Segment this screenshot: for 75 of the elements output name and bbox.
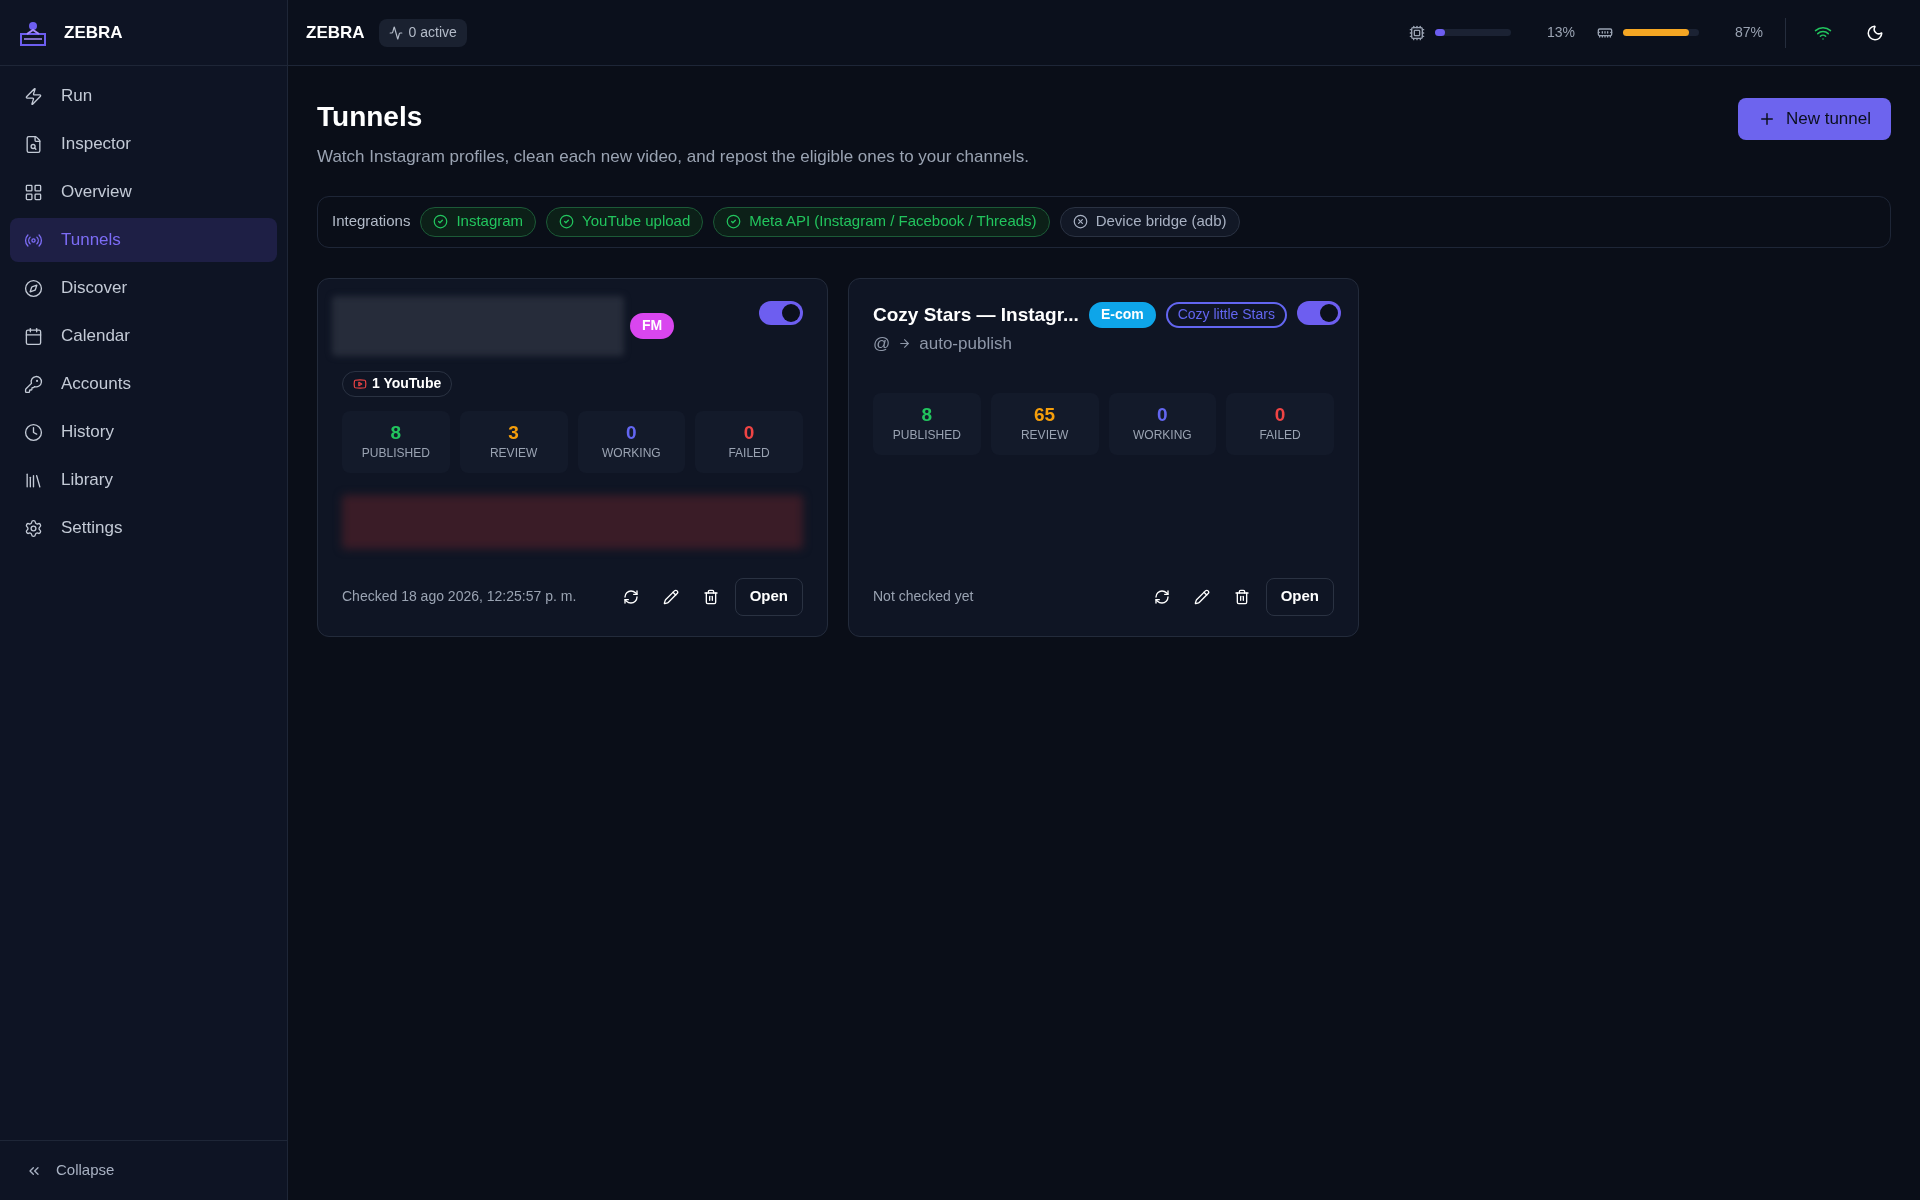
nav-item[interactable]: History [10, 410, 277, 454]
meter-reading: 13% [1545, 23, 1575, 42]
stat-value: 65 [1034, 402, 1056, 427]
new-tunnel-button[interactable]: New tunnel [1737, 98, 1891, 140]
grid-icon [24, 182, 43, 202]
stat-value: 8 [390, 420, 402, 445]
x-circle-icon [1072, 214, 1088, 229]
moon-icon [1866, 23, 1884, 42]
stat-value: 0 [1157, 402, 1168, 427]
clock-icon [24, 422, 43, 442]
stat-value: 0 [626, 420, 637, 445]
cpu-icon [1409, 24, 1425, 41]
nav-item[interactable]: Overview [10, 170, 277, 214]
pencil-icon [1193, 588, 1210, 605]
activity-badge: 0 active [378, 18, 467, 47]
nav-item[interactable]: Accounts [10, 362, 277, 406]
nav-item[interactable]: Calendar [10, 314, 277, 358]
pencil-icon [662, 588, 679, 605]
brand-name: ZEBRA [64, 21, 123, 44]
lightning-icon [24, 86, 43, 106]
stat-label: WORKING [1133, 427, 1192, 445]
page-subtitle: Watch Instagram profiles, clean each new video, and repost the eligible ones to your channels. [317, 146, 1029, 168]
nav-item[interactable]: Settings [10, 506, 277, 550]
integration-chip: Meta API (Instagram / Facebook / Threads) [713, 206, 1050, 237]
stat-value: 0 [1274, 402, 1286, 427]
open-button[interactable]: Open [1265, 577, 1334, 616]
arrow-right-icon [898, 337, 912, 351]
integration-chip: YouTube upload [546, 206, 704, 237]
app-title: ZEBRA [306, 21, 365, 44]
tunnel-title: Cozy Stars — Instagr... [873, 302, 1079, 327]
trash-icon [1233, 588, 1250, 605]
stat-label: PUBLISHED [892, 427, 961, 445]
nav-item[interactable]: Tunnels [10, 218, 277, 262]
nav-item[interactable]: Discover [10, 266, 277, 310]
check-circle-icon [726, 214, 742, 229]
stat-label: FAILED [728, 445, 770, 463]
check-circle-icon [559, 214, 575, 229]
collapse-button[interactable]: Collapse [26, 1159, 115, 1182]
compass-icon [24, 278, 43, 298]
checked-status: Checked 18 ago 2026, 12:25:57 p. m. [342, 587, 577, 606]
nav-item[interactable]: Library [10, 458, 277, 502]
tag: FM [630, 312, 675, 339]
tag: E-com [1088, 301, 1156, 328]
stat-label: REVIEW [1020, 427, 1069, 445]
file-search-icon [24, 134, 43, 154]
stat-label: FAILED [1259, 427, 1301, 445]
open-button[interactable]: Open [734, 577, 803, 616]
integration-chip: Device bridge (adb) [1059, 206, 1240, 237]
nav-item[interactable]: Inspector [10, 122, 277, 166]
page-title: Tunnels [317, 100, 424, 134]
check-circle-icon [433, 214, 449, 229]
pulse-icon [388, 25, 403, 40]
source-handle: @ [873, 333, 891, 355]
meter-reading: 87% [1733, 23, 1763, 42]
nav-item[interactable]: Run [10, 74, 277, 118]
toggle-switch[interactable] [759, 300, 803, 325]
refresh-icon [622, 588, 639, 605]
toggle-switch[interactable] [1296, 300, 1341, 325]
video-icon [353, 376, 367, 391]
tag: Cozy little Stars [1165, 301, 1287, 328]
stat-label: WORKING [602, 445, 661, 463]
integration-chip: Instagram [420, 206, 537, 237]
calendar-icon [24, 326, 43, 346]
target-label: auto-publish [919, 333, 1012, 355]
stat-value: 3 [508, 420, 519, 445]
stat-value: 8 [921, 402, 933, 427]
key-icon [24, 374, 43, 394]
stat-label: PUBLISHED [361, 445, 430, 463]
refresh-icon [1153, 588, 1170, 605]
integrations-label: Integrations [332, 211, 411, 232]
trash-icon [702, 588, 719, 605]
checked-status: Not checked yet [873, 587, 974, 606]
settings-icon [24, 518, 43, 538]
stat-value: 0 [743, 420, 755, 445]
stat-label: REVIEW [489, 445, 538, 463]
